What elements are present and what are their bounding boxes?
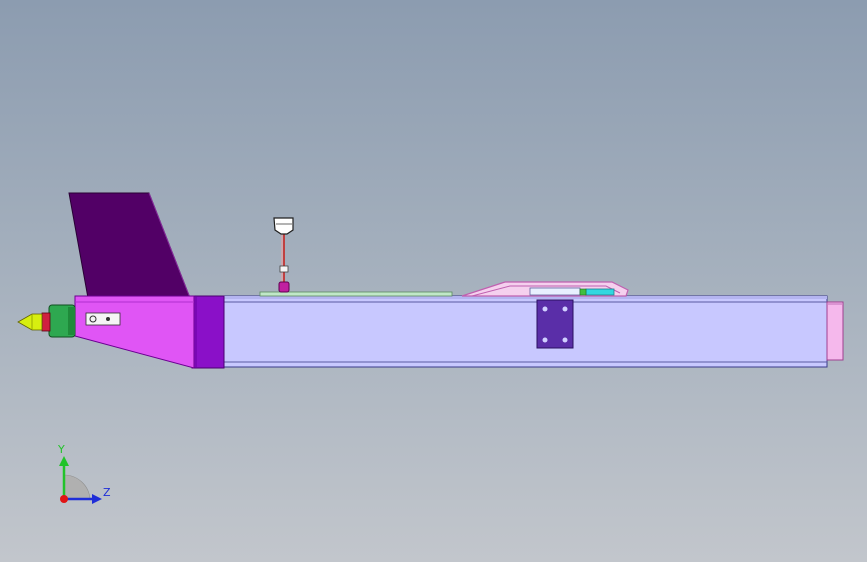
x-axis-dot xyxy=(60,495,68,503)
cad-viewport[interactable]: Y Z xyxy=(0,0,867,562)
nose-collar[interactable] xyxy=(191,295,225,369)
spinner-cone[interactable] xyxy=(17,313,43,331)
model-view[interactable] xyxy=(0,0,867,562)
vertical-fin[interactable] xyxy=(68,192,191,299)
wing-profile[interactable] xyxy=(461,281,629,297)
fuselage-tube[interactable] xyxy=(221,295,828,368)
motor[interactable] xyxy=(41,304,76,338)
axis-triad[interactable] xyxy=(59,456,102,504)
antenna[interactable] xyxy=(273,217,294,293)
tail-cap[interactable] xyxy=(826,301,844,361)
y-axis-arrowhead-icon xyxy=(59,456,69,466)
z-axis-label: Z xyxy=(103,486,111,499)
nose-section[interactable] xyxy=(74,295,195,369)
mount-plate[interactable] xyxy=(536,299,574,349)
z-axis-arrowhead-icon xyxy=(92,494,102,504)
deck-plate[interactable] xyxy=(259,291,453,297)
y-axis-label: Y xyxy=(58,443,65,456)
